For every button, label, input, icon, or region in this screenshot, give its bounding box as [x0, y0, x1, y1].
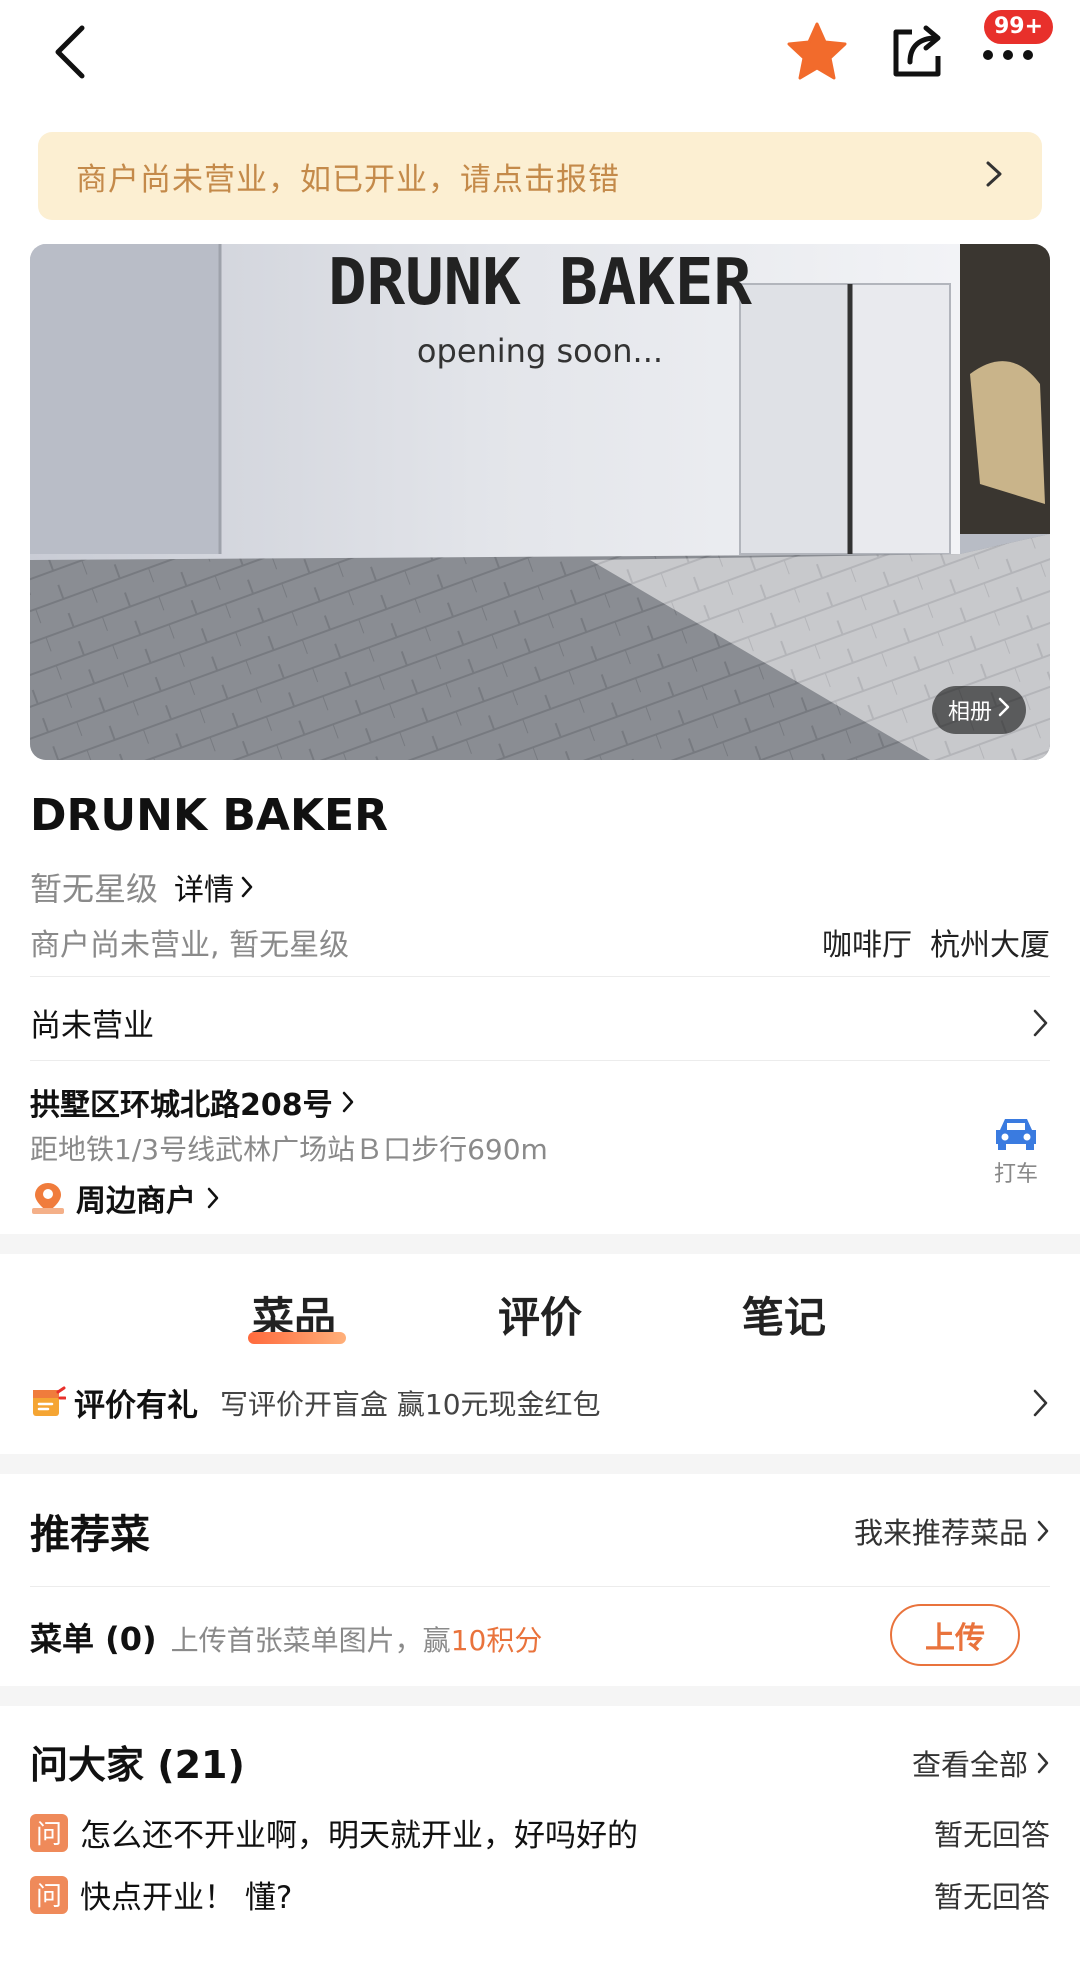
question-text: 怎么还不开业啊，明天就开业，好吗好的	[80, 1818, 638, 1854]
share-icon[interactable]	[884, 18, 950, 84]
tab-reviews[interactable]: 评价	[498, 1284, 582, 1345]
shop-photo[interactable]: DRUNK BAKER opening soon... 相册	[30, 244, 1050, 760]
divider	[30, 1586, 1050, 1587]
car-icon	[996, 1119, 1036, 1150]
sign-title: DRUNK BAKER	[328, 246, 752, 320]
address-link[interactable]: 拱墅区环城北路208号	[30, 1080, 355, 1124]
rating-row: 暂无星级 详情	[30, 864, 254, 910]
question-tag: 问	[30, 1813, 68, 1852]
menu-reward: 10积分	[450, 1624, 543, 1657]
album-button[interactable]: 相册	[931, 686, 1026, 734]
storefront-photo: DRUNK BAKER opening soon...	[30, 244, 1050, 760]
question-item[interactable]: 问 怎么还不开业啊，明天就开业，好吗好的 暂无回答	[30, 1810, 1050, 1855]
menu-hint: 上传首张菜单图片，赢	[170, 1624, 451, 1657]
ask-section: 问大家 (21) 查看全部 问 怎么还不开业啊，明天就开业，好吗好的 暂无回答 …	[0, 1706, 1080, 1966]
tab-notes[interactable]: 笔记	[742, 1284, 826, 1345]
recommend-dish-link[interactable]: 我来推荐菜品	[854, 1510, 1050, 1552]
taxi-label: 打车	[993, 1162, 1038, 1187]
nearby-shops-link[interactable]: 周边商户	[30, 1176, 220, 1220]
divider	[30, 1060, 1050, 1061]
business-status: 尚未营业	[30, 1008, 154, 1044]
recommend-title: 推荐菜	[30, 1512, 150, 1558]
chevron-right-icon	[1033, 1009, 1048, 1036]
shop-tags: 咖啡厅 杭州大厦	[822, 920, 1050, 964]
sign-subtitle: opening soon...	[417, 332, 663, 370]
favorite-star-icon[interactable]	[784, 18, 850, 84]
location-pin-icon	[32, 1183, 64, 1214]
promo-description: 写评价开盲盒 赢10元现金红包	[220, 1387, 601, 1421]
business-status-row[interactable]: 尚未营业	[30, 1000, 1050, 1045]
chevron-right-icon	[342, 1091, 353, 1113]
chevron-right-icon	[241, 876, 253, 898]
chevron-right-icon	[207, 1187, 219, 1209]
chevron-right-icon	[998, 697, 1010, 723]
question-text: 快点开业！ 懂?	[80, 1880, 293, 1916]
promo-title: 评价有礼	[74, 1388, 198, 1424]
notice-section: 商户尚未营业，如已开业，请点击报错	[0, 118, 1080, 238]
back-icon[interactable]	[40, 20, 100, 84]
view-all-label: 查看全部	[911, 1748, 1028, 1782]
recommend-section: 推荐菜 我来推荐菜品 菜单 (0) 上传首张菜单图片，赢 10积分 上传	[0, 1474, 1080, 1686]
view-all-link[interactable]: 查看全部	[912, 1742, 1050, 1784]
question-status: 暂无回答	[933, 1817, 1050, 1852]
shop-info-section: DRUNK BAKER 暂无星级 详情 商户尚未营业, 暂无星级 咖啡厅 杭州大…	[0, 768, 1080, 1234]
upload-button[interactable]: 上传	[890, 1604, 1020, 1666]
details-link[interactable]: 详情	[174, 865, 254, 909]
notification-badge: 99+	[984, 10, 1054, 44]
chevron-right-icon	[1033, 1389, 1048, 1416]
question-status: 暂无回答	[933, 1879, 1050, 1914]
top-nav: 99+	[0, 0, 1080, 118]
active-tab-indicator	[248, 1332, 346, 1344]
nearby-label: 周边商户	[76, 1184, 196, 1219]
metro-distance: 距地铁1/3号线武林广场站Ｂ口步行690m	[30, 1133, 548, 1166]
notice-text: 商户尚未营业，如已开业，请点击报错	[76, 161, 620, 198]
not-open-notice[interactable]: 商户尚未营业，如已开业，请点击报错	[38, 132, 1042, 220]
recommend-action-label: 我来推荐菜品	[853, 1516, 1028, 1550]
review-promo-row[interactable]: 评价有礼 写评价开盲盒 赢10元现金红包	[30, 1380, 1050, 1425]
chevron-right-icon	[1037, 1520, 1049, 1542]
menu-label: 菜单 (0)	[30, 1620, 157, 1658]
review-gift-icon	[33, 1386, 66, 1416]
category-tag[interactable]: 咖啡厅	[822, 920, 912, 964]
photo-section: DRUNK BAKER opening soon... 相册	[0, 238, 1080, 768]
album-label: 相册	[947, 700, 992, 725]
question-item[interactable]: 问 快点开业！ 懂? 暂无回答	[30, 1872, 1050, 1917]
address-text: 拱墅区环城北路208号	[30, 1088, 333, 1123]
status-description: 商户尚未营业, 暂无星级	[30, 928, 350, 963]
menu-row: 菜单 (0) 上传首张菜单图片，赢 10积分	[30, 1614, 542, 1660]
question-tag: 问	[30, 1875, 68, 1914]
divider	[30, 976, 1050, 977]
ask-title: 问大家 (21)	[30, 1743, 245, 1787]
chevron-right-icon	[1037, 1752, 1049, 1774]
shop-name: DRUNK BAKER	[30, 790, 388, 841]
rating-text: 暂无星级	[30, 870, 159, 908]
taxi-button[interactable]: 打车	[986, 1114, 1046, 1188]
details-label: 详情	[174, 873, 235, 908]
chevron-right-icon	[984, 159, 1004, 193]
content-tabs-section: 菜品 评价 笔记 评价有礼 写评价开盲盒 赢10元现金红包	[0, 1254, 1080, 1454]
area-tag[interactable]: 杭州大厦	[930, 920, 1050, 964]
